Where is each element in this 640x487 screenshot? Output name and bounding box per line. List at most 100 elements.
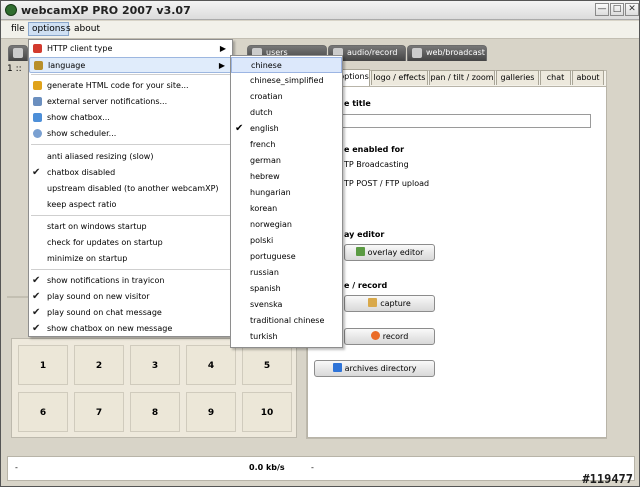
menu-bar: file options s about [1, 21, 639, 39]
menu-separator [31, 144, 230, 145]
menu-item-check-updates[interactable]: check for updates on startup [29, 235, 232, 251]
menu-item-generate-html[interactable]: generate HTML code for your site... [29, 78, 232, 94]
check-icon: ✔ [32, 307, 41, 318]
toolbar-button-1[interactable] [8, 45, 28, 61]
language-option-english[interactable]: ✔ english [231, 121, 342, 137]
record-button[interactable]: record [344, 328, 435, 345]
submenu-arrow-icon: ▶ [218, 61, 225, 70]
language-option[interactable]: hungarian [231, 185, 342, 201]
source-grid: 1 2 3 4 5 6 7 8 9 10 [11, 338, 297, 438]
globe-icon [33, 44, 42, 53]
language-option[interactable]: traditional chinese [231, 313, 342, 329]
title-input[interactable] [336, 114, 591, 128]
grid-cell[interactable]: 8 [130, 392, 180, 432]
menu-item-anti-aliased[interactable]: anti aliased resizing (slow) [29, 149, 232, 165]
menu-item-chatbox-disabled[interactable]: ✔ chatbox disabled [29, 165, 232, 181]
close-button[interactable]: ✕ [625, 3, 639, 16]
language-option[interactable]: chinese [231, 57, 342, 73]
web-broadcast-button[interactable]: web/broadcast [407, 45, 487, 61]
grid-cell[interactable]: 7 [74, 392, 124, 432]
grid-cell[interactable]: 1 [18, 345, 68, 385]
language-option[interactable]: french [231, 137, 342, 153]
language-icon [34, 61, 43, 70]
overlay-editor-button[interactable]: overlay editor [344, 244, 435, 261]
menu-item-chatbox-message[interactable]: ✔ show chatbox on new message [29, 321, 232, 337]
watermark: #119477 [582, 472, 633, 486]
menu-item-sound-visitor[interactable]: ✔ play sound on new visitor [29, 289, 232, 305]
menu-item-sound-chat[interactable]: ✔ play sound on chat message [29, 305, 232, 321]
menu-item-start-windows[interactable]: start on windows startup [29, 219, 232, 235]
grid-cell[interactable]: 2 [74, 345, 124, 385]
menu-options[interactable]: options [28, 22, 70, 36]
grid-cell[interactable]: 10 [242, 392, 292, 432]
grid-cell[interactable]: 5 [242, 345, 292, 385]
grid-cell[interactable]: 4 [186, 345, 236, 385]
language-option[interactable]: korean [231, 201, 342, 217]
pencil-icon [355, 247, 365, 256]
grid-cell[interactable]: 3 [130, 345, 180, 385]
tab-pan-tilt-zoom[interactable]: pan / tilt / zoom [429, 70, 495, 85]
language-option[interactable]: hebrew [231, 169, 342, 185]
menu-separator [31, 215, 230, 216]
menu-file[interactable]: file [11, 24, 25, 34]
status-bar: - 0.0 kb/s - [7, 456, 635, 481]
language-option[interactable]: croatian [231, 89, 342, 105]
status-right: - [311, 463, 314, 472]
web-icon [412, 48, 422, 58]
language-option[interactable]: polski [231, 233, 342, 249]
language-option[interactable]: chinese_simplified [231, 73, 342, 89]
html-icon [33, 81, 42, 90]
grid-cell[interactable]: 9 [186, 392, 236, 432]
menu-item-server-notifications[interactable]: external server notifications... [29, 94, 232, 110]
menu-item-http-client-type[interactable]: HTTP client type ▶ [29, 41, 232, 57]
transfer-rate: 0.0 kb/s [249, 463, 285, 472]
title-label: e title [344, 99, 371, 108]
title-bar: webcamXP PRO 2007 v3.07 — □ ✕ [1, 1, 639, 20]
check-icon: ✔ [32, 323, 41, 334]
grid-cell[interactable]: 6 [18, 392, 68, 432]
tab-logo-effects[interactable]: logo / effects [371, 70, 428, 85]
menu-item-minimize-startup[interactable]: minimize on startup [29, 251, 232, 267]
language-option[interactable]: german [231, 153, 342, 169]
menu-item-keep-aspect-ratio[interactable]: keep aspect ratio [29, 197, 232, 213]
menu-item-upstream-disabled[interactable]: upstream disabled (to another webcamXP) [29, 181, 232, 197]
language-option[interactable]: dutch [231, 105, 342, 121]
submenu-arrow-icon: ▶ [219, 44, 226, 53]
broadcasting-option[interactable]: TP Broadcasting [344, 160, 409, 169]
options-pane [307, 86, 607, 438]
check-icon: ✔ [32, 291, 41, 302]
options-menu: HTTP client type ▶ language ▶ generate HTM… [28, 39, 233, 337]
capture-record-label: e / record [344, 281, 388, 290]
minimize-button[interactable]: — [595, 3, 609, 16]
tab-chat[interactable]: chat [540, 70, 571, 85]
language-option[interactable]: portuguese [231, 249, 342, 265]
ftp-upload-option[interactable]: TP POST / FTP upload [344, 179, 429, 188]
language-option[interactable]: svenska [231, 297, 342, 313]
menu-separator [31, 269, 230, 270]
archives-directory-button[interactable]: archives directory [314, 360, 435, 377]
menu-item-language[interactable]: language ▶ [29, 57, 232, 73]
language-option[interactable]: norwegian [231, 217, 342, 233]
menu-item-show-scheduler[interactable]: show scheduler... [29, 126, 232, 142]
language-option[interactable]: turkish [231, 329, 342, 345]
check-icon: ✔ [32, 167, 41, 178]
language-option[interactable]: spanish [231, 281, 342, 297]
slot-label: 1 :: [7, 64, 22, 74]
capture-button[interactable]: capture [344, 295, 435, 312]
menu-item-show-chatbox[interactable]: show chatbox... [29, 110, 232, 126]
server-icon [33, 97, 42, 106]
folder-icon [332, 363, 342, 372]
overlay-editor-label: ay editor [344, 230, 385, 239]
window-title: webcamXP PRO 2007 v3.07 [21, 4, 191, 17]
app-icon [5, 4, 17, 16]
tab-about[interactable]: about [572, 70, 604, 85]
menu-s[interactable]: s [66, 24, 71, 34]
camera-icon [368, 298, 378, 307]
menu-item-tray-notifications[interactable]: ✔ show notifications in trayicon [29, 273, 232, 289]
language-menu: chinese chinese_simplified croatian dutc… [230, 55, 343, 348]
maximize-button[interactable]: □ [610, 3, 624, 16]
webcamxp-window: webcamXP PRO 2007 v3.07 — □ ✕ file optio… [0, 0, 640, 487]
menu-about[interactable]: about [74, 24, 100, 34]
tab-galleries[interactable]: galleries [496, 70, 539, 85]
language-option[interactable]: russian [231, 265, 342, 281]
